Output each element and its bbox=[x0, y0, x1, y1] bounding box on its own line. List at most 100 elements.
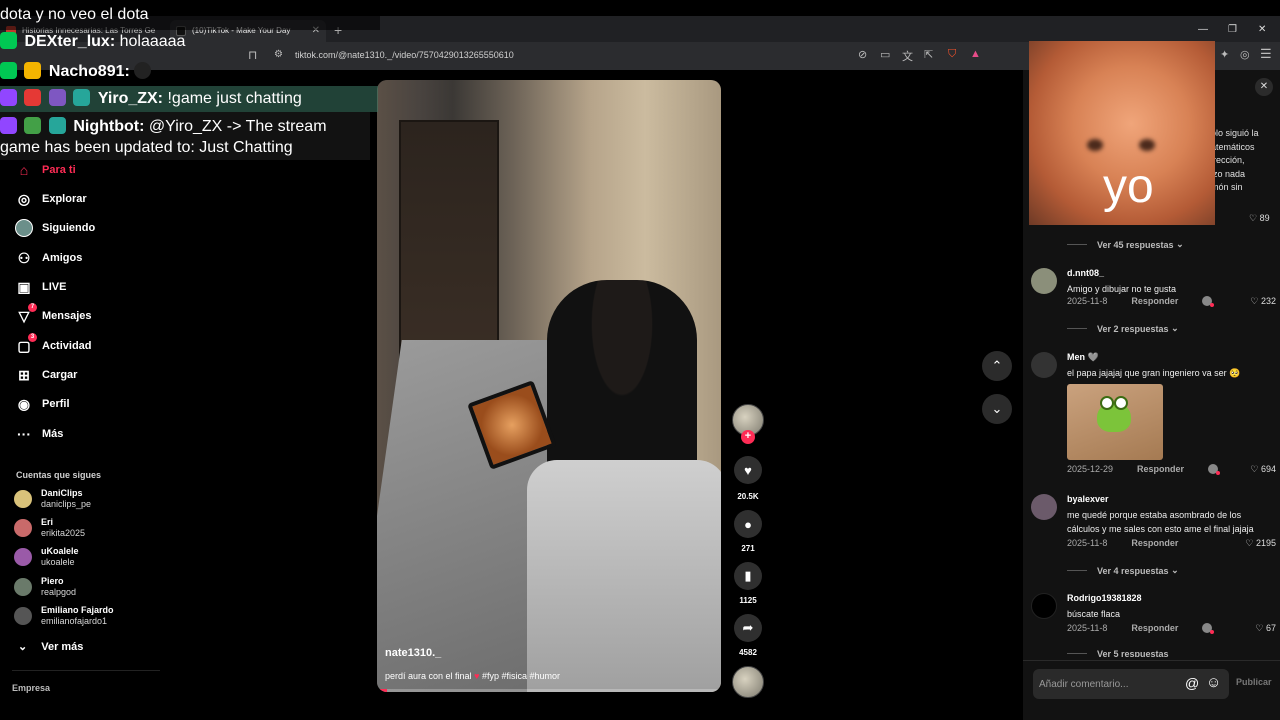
follow-plus-icon[interactable]: + bbox=[741, 430, 755, 444]
site-info-icon[interactable]: ⚙ bbox=[274, 49, 283, 60]
nav-item-explorar[interactable]: ◎ Explorar bbox=[14, 187, 87, 211]
following-accounts-header: Cuentas que sigues bbox=[16, 470, 102, 480]
minimize-window-button[interactable]: — bbox=[1198, 20, 1208, 40]
avatar bbox=[14, 607, 32, 625]
comment-like-button[interactable]: ♡ 67 bbox=[1255, 623, 1276, 634]
reply-button[interactable]: Responder bbox=[1131, 538, 1178, 548]
replies-label: Ver 5 respuestas bbox=[1097, 649, 1169, 657]
footer-link-empresa[interactable]: Empresa bbox=[12, 683, 50, 693]
url-field[interactable]: tiktok.com/@nate1310._/video/75704290132… bbox=[295, 50, 514, 60]
comment-like-button[interactable]: ♡ 232 bbox=[1250, 296, 1276, 307]
translate-icon[interactable]: 文 bbox=[902, 48, 913, 64]
nav-label: Para ti bbox=[42, 164, 76, 176]
previous-video-button[interactable]: ⌃ bbox=[982, 351, 1012, 381]
partial-comment-likes[interactable]: ♡ 89 bbox=[1249, 213, 1270, 224]
tab-label: Historias Innecesarias: Las Torres Ge bbox=[22, 26, 156, 35]
view-replies-link[interactable]: Ver 5 respuestas bbox=[1067, 649, 1169, 657]
no-tracking-icon[interactable]: ⊘ bbox=[858, 48, 867, 61]
nav-label: Más bbox=[42, 428, 64, 440]
vpn-icon[interactable]: ◎ bbox=[1240, 48, 1250, 61]
nav-item-cargar[interactable]: ⊞ Cargar bbox=[14, 363, 77, 387]
maximize-window-button[interactable]: ❐ bbox=[1228, 20, 1237, 40]
reply-button[interactable]: Responder bbox=[1137, 464, 1184, 474]
webcam-face-eye bbox=[1087, 139, 1103, 151]
bookmark-icon[interactable]: ⊓ bbox=[248, 48, 257, 62]
tab-label: (10)TikTok - Make Your Day bbox=[192, 26, 291, 35]
brave-shield-icon[interactable]: ⛉ bbox=[948, 48, 956, 61]
followed-account-piero[interactable]: Piero realpgod bbox=[14, 574, 76, 600]
publish-button[interactable]: Publicar bbox=[1236, 677, 1272, 687]
avatar bbox=[14, 578, 32, 596]
comment-input[interactable] bbox=[1033, 669, 1229, 699]
followed-account-daniclips[interactable]: DaniClips daniclips_pe bbox=[14, 486, 91, 512]
emoji-icon[interactable]: ☺ bbox=[1206, 674, 1221, 691]
save-button[interactable]: ▮ bbox=[734, 562, 762, 590]
avatar[interactable] bbox=[1031, 593, 1057, 619]
creator-liked-icon bbox=[1208, 464, 1221, 475]
video-player[interactable]: nate1310._ perdí aura con el final ♥ #fy… bbox=[377, 80, 721, 692]
avatar[interactable] bbox=[1031, 352, 1057, 378]
comment-button[interactable]: ● bbox=[734, 510, 762, 538]
comment-user[interactable]: d.nnt08_ bbox=[1067, 268, 1104, 278]
caption-hashtags[interactable]: #fyp #fisica #humor bbox=[482, 671, 560, 681]
like-count: 89 bbox=[1259, 213, 1270, 223]
mention-icon[interactable]: @ bbox=[1185, 675, 1199, 691]
browser-tab-historias[interactable]: Historias Innecesarias: Las Torres Ge bbox=[0, 20, 168, 42]
comment-user[interactable]: byalexver bbox=[1067, 494, 1109, 504]
messages-icon: ▽ 7 bbox=[14, 303, 37, 326]
left-sidebar: ⌂ Para ti ◎ Explorar Siguiendo ⚇ Amigos … bbox=[0, 70, 160, 720]
like-button[interactable]: ♥ bbox=[734, 456, 762, 484]
see-more-accounts-button[interactable]: ⌄ Ver más bbox=[18, 640, 83, 653]
new-tab-button[interactable]: + bbox=[334, 20, 342, 40]
nav-item-live[interactable]: ▣ LIVE bbox=[14, 275, 66, 299]
video-author[interactable]: nate1310._ bbox=[385, 647, 441, 659]
browser-tab-tiktok[interactable]: (10)TikTok - Make Your Day ✕ bbox=[170, 20, 326, 42]
replies-label: Ver 2 respuestas bbox=[1097, 323, 1169, 334]
see-more-label: Ver más bbox=[41, 641, 84, 653]
next-video-button[interactable]: ⌄ bbox=[982, 394, 1012, 424]
comment-item: Rodrigo19381828 búscate flaca 2025-11-8 R… bbox=[1031, 593, 1276, 639]
brave-rewards-icon[interactable]: ▲ bbox=[970, 48, 981, 60]
browser-menu-icon[interactable]: ☰ bbox=[1260, 46, 1272, 62]
account-name: Piero bbox=[41, 576, 64, 586]
like-count: 2195 bbox=[1255, 538, 1276, 548]
comment-user[interactable]: Rodrigo19381828 bbox=[1067, 593, 1142, 603]
followed-account-emiliano[interactable]: Emiliano Fajardo emilianofajardo1 bbox=[14, 603, 114, 629]
comment-date: 2025-12-29 bbox=[1067, 464, 1114, 474]
view-replies-link[interactable]: Ver 45 respuestas ⌄ bbox=[1067, 239, 1184, 250]
avatar[interactable] bbox=[1031, 494, 1057, 520]
comment-meta: 2025-11-8 Responder bbox=[1067, 296, 1215, 307]
nav-item-actividad[interactable]: ▢ 3 Actividad bbox=[14, 333, 92, 358]
reply-button[interactable]: Responder bbox=[1131, 623, 1178, 633]
nav-item-siguiendo[interactable]: Siguiendo bbox=[14, 216, 95, 240]
share-icon[interactable]: ⇱ bbox=[924, 48, 933, 61]
nav-item-mas[interactable]: ··· Más bbox=[14, 422, 63, 446]
nav-item-para-ti[interactable]: ⌂ Para ti bbox=[14, 158, 76, 182]
chevron-up-icon: ⌃ bbox=[991, 358, 1003, 373]
nav-item-mensajes[interactable]: ▽ 7 Mensajes bbox=[14, 303, 92, 328]
comment-like-button[interactable]: ♡ 2195 bbox=[1245, 538, 1276, 549]
account-name: uKoalele bbox=[41, 546, 79, 556]
nav-item-perfil[interactable]: ◉ Perfil bbox=[14, 392, 70, 416]
comment-date: 2025-11-8 bbox=[1067, 538, 1108, 548]
video-progress-bar[interactable] bbox=[377, 689, 721, 692]
comment-user[interactable]: Men 🩶 bbox=[1067, 352, 1099, 363]
comment-like-button[interactable]: ♡ 694 bbox=[1250, 464, 1276, 475]
extensions-icon[interactable]: ✦ bbox=[1220, 48, 1229, 61]
cast-icon[interactable]: ▭ bbox=[880, 48, 890, 61]
followed-account-ukoalele[interactable]: uKoalele ukoalele bbox=[14, 544, 79, 570]
followed-account-eri[interactable]: Eri erikita2025 bbox=[14, 515, 85, 541]
close-window-button[interactable]: ✕ bbox=[1258, 20, 1266, 40]
close-tab-icon[interactable]: ✕ bbox=[312, 20, 320, 42]
partial-line: irección, bbox=[1211, 155, 1245, 166]
view-replies-link[interactable]: Ver 4 respuestas ⌄ bbox=[1067, 565, 1179, 576]
nav-item-amigos[interactable]: ⚇ Amigos bbox=[14, 246, 83, 270]
view-replies-link[interactable]: Ver 2 respuestas ⌄ bbox=[1067, 323, 1179, 334]
share-button[interactable]: ➦ bbox=[734, 614, 762, 642]
comment-text: búscate flaca bbox=[1067, 609, 1121, 619]
avatar[interactable] bbox=[1031, 268, 1057, 294]
close-comments-button[interactable]: ✕ bbox=[1255, 78, 1273, 96]
music-disc-avatar[interactable] bbox=[732, 666, 764, 698]
reply-button[interactable]: Responder bbox=[1131, 296, 1178, 306]
nav-label: Mensajes bbox=[42, 310, 92, 322]
